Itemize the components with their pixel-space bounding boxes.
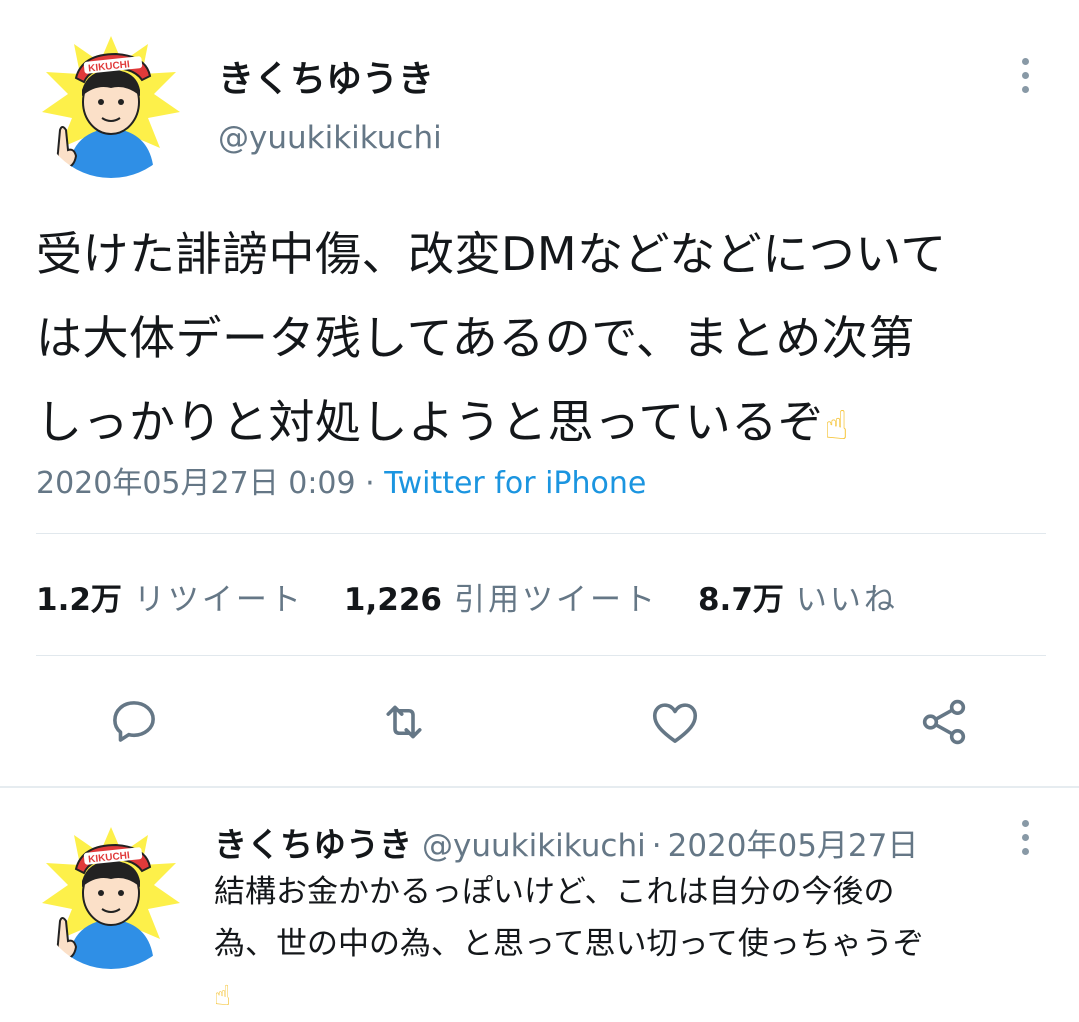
quotes-label: 引用ツイート [453,582,658,618]
tweet-text-line: は大体データ残してあるので、まとめ次第 [36,311,915,365]
share-button[interactable] [914,692,974,752]
retweets-count: 1.2万 [36,582,122,618]
reply-tweet-text: 結構お金かかるっぽいけど、これは自分の今後の 為、世の中の為、と思って思い切って… [214,866,1044,1022]
reply-button[interactable] [104,692,164,752]
avatar[interactable]: KIKUCHI [38,823,184,969]
tweet-text-line: しっかりと対処しようと思っているぞ [36,395,825,449]
section-divider [0,786,1079,788]
reply-date[interactable]: 2020年05月27日 [668,828,919,864]
likes-label: いいね [795,582,898,618]
likes-count: 8.7万 [697,582,784,618]
avatar-illustration: KIKUCHI [38,32,184,178]
retweet-icon [386,705,422,739]
tweet-text-line: 受けた誹謗中傷、改変DMなどなどについて [36,227,947,281]
reply-text-line: 結構お金かかるっぽいけど、これは自分の今後の [214,874,895,910]
tweet-timestamp[interactable]: 2020年05月27日 0:09 [36,466,356,501]
tweet-detail-page: KIKUCHI きくちゆうき @yuukikikuchi 受けた誹謗中傷、改変D… [0,0,1079,1022]
heart-icon [652,703,698,743]
quotes-stat[interactable]: 1,226 引用ツイート [344,574,658,619]
tweet-meta: 2020年05月27日 0:09 · Twitter for iPhone [36,458,646,502]
tweet-text-line-with-emoji: しっかりと対処しようと思っているぞ☝ [36,380,1046,468]
like-button[interactable] [645,692,705,752]
reply-text-line: 為、世の中の為、と思って思い切って使っちゃうぞ [214,926,924,962]
retweets-stat[interactable]: 1.2万 リツイート [36,574,304,619]
reply-display-name[interactable]: きくちゆうき [214,825,412,864]
divider [36,533,1046,534]
avatar-illustration: KIKUCHI [38,823,184,969]
avatar[interactable]: KIKUCHI [38,32,184,178]
reply-user-handle[interactable]: @yuukikikuchi [422,828,646,864]
pointing-up-emoji: ☝ [214,979,232,1012]
retweets-label: リツイート [133,582,304,618]
tweet-text: 受けた誹謗中傷、改変DMなどなどについて は大体データ残してあるので、まとめ次第… [36,212,1046,468]
tweet-source-link[interactable]: Twitter for iPhone [384,466,646,501]
user-handle[interactable]: @yuukikikuchi [218,120,442,156]
share-icon [922,699,966,745]
meta-separator: · [355,466,385,501]
more-options-icon[interactable] [1005,812,1045,862]
reply-header: きくちゆうき @yuukikikuchi · 2020年05月27日 [214,818,918,866]
more-options-icon[interactable] [1005,50,1045,100]
display-name[interactable]: きくちゆうき [218,50,434,102]
meta-separator: · [651,828,662,864]
pointing-up-emoji: ☝ [824,402,850,449]
divider [36,655,1046,656]
tweet-stats: 1.2万 リツイート 1,226 引用ツイート 8.7万 いいね [36,574,938,619]
quotes-count: 1,226 [343,582,442,618]
likes-stat[interactable]: 8.7万 いいね [698,574,898,619]
retweet-button[interactable] [374,692,434,752]
reply-icon [113,701,155,742]
